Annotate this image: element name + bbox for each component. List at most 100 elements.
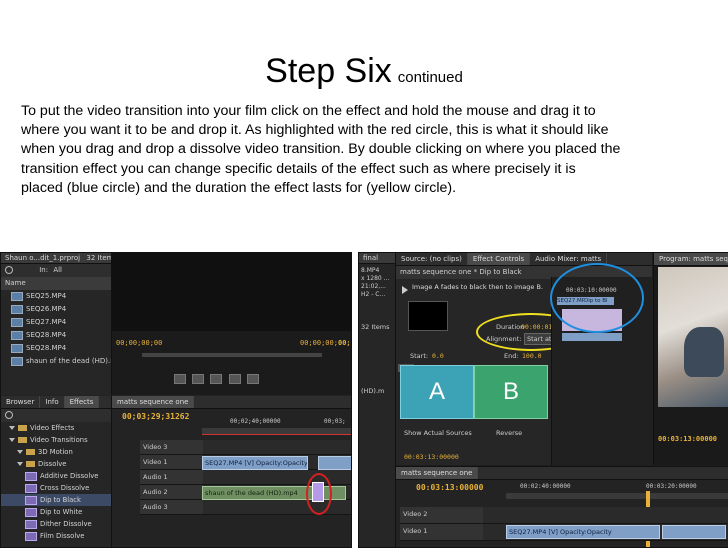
play-transition-icon[interactable]	[402, 286, 408, 296]
fragment-header: final	[359, 253, 395, 264]
tab-info[interactable]: Info	[40, 396, 65, 408]
right-time-ruler[interactable]	[506, 493, 728, 499]
source-scrub-bar[interactable]	[142, 353, 322, 357]
tab-effect-controls[interactable]: Effect Controls	[467, 253, 531, 265]
search-icon[interactable]	[5, 411, 13, 419]
tab-program[interactable]: Program: matts sequ	[654, 253, 728, 265]
source-timecode-right: 00;00;00;	[300, 339, 338, 347]
effect-label: Dip to Black	[40, 496, 81, 504]
track-label[interactable]: Audio 2	[140, 485, 203, 499]
track-label[interactable]: Video 2	[400, 507, 483, 523]
effect-label: Dip to White	[40, 508, 83, 516]
effect-folder[interactable]: Video Effects	[1, 422, 111, 434]
tab-browser[interactable]: Browser	[1, 396, 41, 408]
sequence-timecode: 00;03;29;31262	[122, 412, 190, 421]
effect-folder[interactable]: 3D Motion	[1, 446, 111, 458]
project-clip-list: SEQ25.MP4 SEQ26.MP4 SEQ27.MP4 SEQ28.MP4 SEQ2…	[1, 290, 111, 368]
track-label[interactable]: Audio 1	[140, 470, 203, 484]
transition-preview	[408, 301, 448, 331]
timeline-tabs: matts sequence one	[112, 396, 351, 409]
project-clip-item[interactable]: SEQ25.MP4	[1, 290, 111, 303]
start-value[interactable]: 0.0	[432, 352, 444, 360]
disclosure-triangle-icon[interactable]	[9, 426, 15, 430]
end-value[interactable]: 100.0	[522, 352, 542, 360]
tab-sequence[interactable]: matts sequence one	[112, 396, 195, 408]
effect-label: 3D Motion	[38, 448, 73, 456]
track-label[interactable]: Video 1	[400, 524, 483, 540]
disclosure-triangle-icon[interactable]	[9, 438, 15, 442]
tab-source-no-clips[interactable]: Source: (no clips)	[396, 253, 468, 265]
clip-name: SEQ28.MP4	[26, 344, 67, 352]
folder-icon	[26, 449, 35, 455]
source-monitor: 00;00;00;00 00;00;00; 00;03	[112, 253, 351, 395]
disclosure-triangle-icon[interactable]	[17, 462, 23, 466]
transition-icon	[25, 507, 37, 517]
reverse-checkbox[interactable]: Reverse	[496, 429, 522, 437]
project-clip-item[interactable]: shaun of the dead (HD).m	[1, 355, 111, 368]
tab-effects[interactable]: Effects	[64, 396, 100, 408]
effect-label: Dissolve	[38, 460, 67, 468]
transition-icon	[25, 471, 37, 481]
fragment-line: x 1280 ...	[361, 275, 390, 282]
right-sequence-timecode: 00:03:13:00000	[416, 483, 484, 492]
effect-label: Cross Dissolve	[40, 484, 90, 492]
effect-label: Video Effects	[30, 424, 75, 432]
disclosure-triangle-icon[interactable]	[17, 450, 23, 454]
video-clip-next[interactable]	[662, 525, 726, 539]
insert-button[interactable]	[228, 374, 241, 384]
project-clip-item[interactable]: SEQ26.MP4	[1, 303, 111, 316]
time-ruler[interactable]	[202, 428, 351, 435]
search-icon[interactable]	[5, 266, 13, 274]
video-clip[interactable]: SEQ27.MP4 [V] Opacity:Opacity	[506, 525, 660, 539]
transition-icon	[25, 483, 37, 493]
effect-label: Film Dissolve	[40, 532, 85, 540]
effect-folder[interactable]: Video Transitions	[1, 434, 111, 446]
name-column-header[interactable]: Name	[1, 277, 111, 290]
project-panel: Shaun o...dit_1.prproj 32 Items In: All …	[1, 253, 112, 395]
effect-label: Additive Dissolve	[40, 472, 99, 480]
fragment-line: 8.MP4	[361, 267, 380, 274]
track-label[interactable]: Video 1	[140, 455, 203, 469]
project-header: Shaun o...dit_1.prproj 32 Items	[1, 253, 111, 264]
transport-controls	[172, 374, 261, 384]
right-timeline-tracks: Video 2 Video 1 SEQ27.MP4 [V] Opacity:Opac…	[400, 507, 728, 541]
effect-item[interactable]: Film Dissolve	[1, 530, 111, 542]
project-count: 32 Items	[86, 254, 111, 262]
effect-controls-tabs: Source: (no clips) Effect Controls Audio M…	[396, 253, 652, 266]
source-timecode-cut: 00;03	[338, 339, 351, 347]
step-back-button[interactable]	[174, 374, 186, 384]
overwrite-button[interactable]	[246, 374, 259, 384]
effects-panel: Browser Info Effects Video Effects Video Tr…	[1, 396, 112, 547]
effect-item[interactable]: Additive Dissolve	[1, 470, 111, 482]
clip-name: shaun of the dead (HD).m	[26, 357, 111, 365]
play-button[interactable]	[192, 374, 205, 384]
dissolve-transition-marker[interactable]	[312, 482, 324, 502]
clip-icon	[11, 304, 23, 314]
program-monitor: Program: matts sequ 00:03:13:00000	[653, 253, 728, 465]
effect-item[interactable]: Dither Dissolve	[1, 518, 111, 530]
effects-tree: Video Effects Video Transitions 3D Motion D…	[1, 422, 111, 542]
show-sources-checkbox[interactable]: Show Actual Sources	[404, 429, 472, 437]
ec-bottom-timecode: 00:03:13:00000	[404, 453, 459, 461]
effect-folder[interactable]: Dissolve	[1, 458, 111, 470]
project-clip-item[interactable]: SEQ28.MP4	[1, 342, 111, 355]
effect-item[interactable]: Cross Dissolve	[1, 482, 111, 494]
ruler-time: 00;02;40;00000	[230, 418, 281, 425]
effect-item[interactable]: Dip to Black	[1, 494, 111, 506]
track-label[interactable]: Audio 3	[140, 500, 203, 514]
clip-icon	[11, 317, 23, 327]
video-clip[interactable]: SEQ27.MP4 [V] Opacity:Opacity	[202, 456, 308, 470]
in-select[interactable]: All	[53, 266, 62, 274]
step-forward-button[interactable]	[210, 374, 223, 384]
track-label[interactable]: Video 3	[140, 440, 203, 454]
ec-clip-b[interactable]	[562, 333, 622, 341]
project-clip-item[interactable]: SEQ28.MP4	[1, 329, 111, 342]
right-timeline-track: Video 2	[400, 507, 728, 524]
fragment-lines: 8.MP4 x 1280 ... 21:02,... H2 - C...	[359, 264, 395, 302]
program-timecode: 00:03:13:00000	[658, 435, 718, 443]
tab-right-sequence[interactable]: matts sequence one	[396, 467, 479, 479]
effect-item[interactable]: Dip to White	[1, 506, 111, 518]
video-clip-next[interactable]	[318, 456, 351, 470]
project-title: Shaun o...dit_1.prproj	[5, 254, 81, 262]
project-clip-item[interactable]: SEQ27.MP4	[1, 316, 111, 329]
